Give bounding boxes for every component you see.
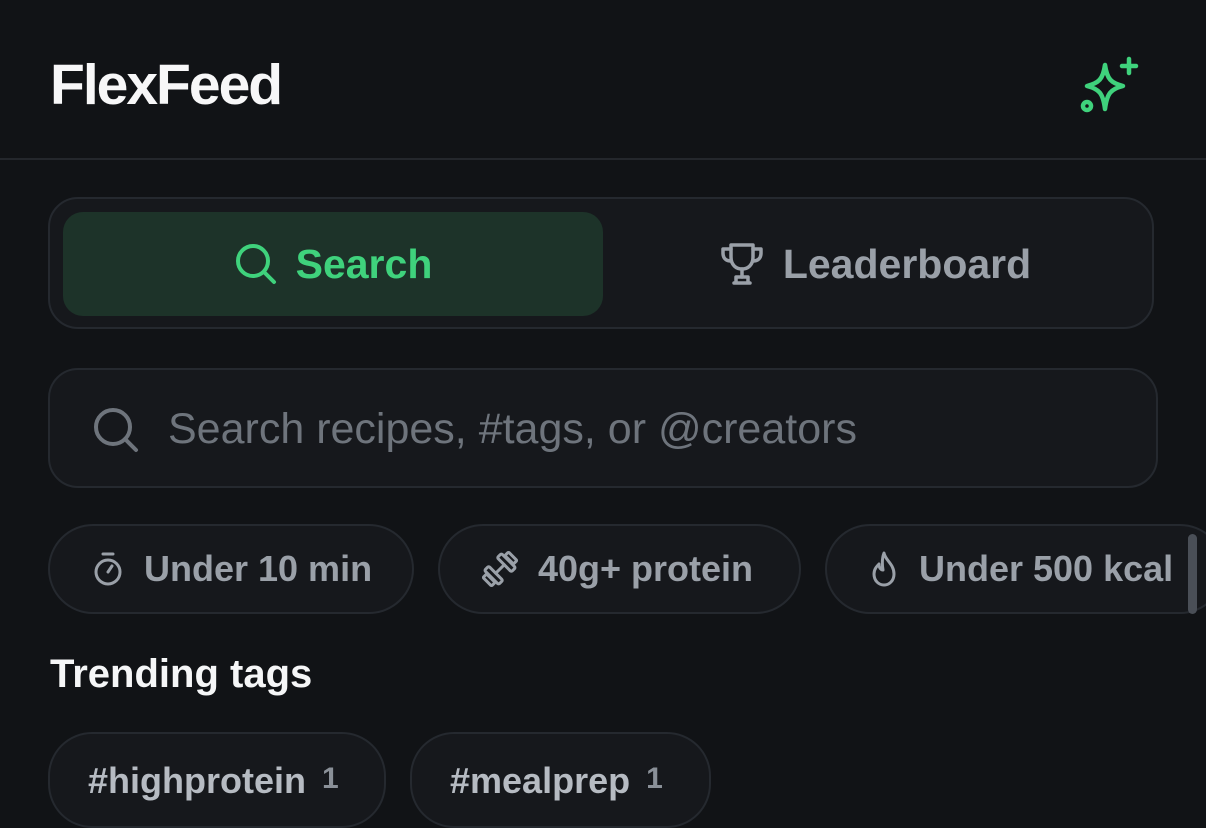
filter-chip-label: Under 500 kcal <box>919 548 1174 589</box>
filter-chip-label: 40g+ protein <box>538 548 754 589</box>
tag-label: #highprotein <box>88 760 306 801</box>
sparkle-button[interactable] <box>1076 52 1144 120</box>
tab-leaderboard-label: Leaderboard <box>782 240 1032 287</box>
sparkle-icon <box>1080 56 1139 113</box>
filter-chip-under-500-kcal[interactable]: Under 500 kcal <box>825 524 1206 614</box>
trophy-icon <box>721 243 763 285</box>
tab-leaderboard[interactable]: Leaderboard <box>605 212 1145 316</box>
dumbbell-icon <box>481 550 519 588</box>
tag-label: #mealprep <box>450 760 631 801</box>
tag-count: 1 <box>646 762 663 795</box>
app-header: FlexFeed <box>0 0 1206 160</box>
search-icon <box>94 408 138 452</box>
filter-chip-label: Under 10 min <box>144 548 373 589</box>
view-switcher: Search Leaderboard <box>48 197 1154 329</box>
stopwatch-icon <box>94 552 122 586</box>
search-icon <box>235 244 276 284</box>
filter-chip-40g-protein[interactable]: 40g+ protein <box>438 524 801 614</box>
search-field[interactable] <box>48 368 1158 488</box>
trending-tag[interactable]: #mealprep 1 <box>410 732 711 828</box>
filter-scrollbar[interactable] <box>1188 534 1197 614</box>
filter-chip-under-10-min[interactable]: Under 10 min <box>48 524 414 614</box>
trending-tag[interactable]: #highprotein 1 <box>48 732 386 828</box>
tab-search[interactable]: Search <box>63 212 603 316</box>
app-title: FlexFeed <box>50 53 283 117</box>
flame-icon <box>872 551 896 587</box>
search-input[interactable] <box>166 396 1070 462</box>
tag-count: 1 <box>322 762 339 795</box>
trending-tags-title: Trending tags <box>50 652 313 696</box>
tab-search-label: Search <box>295 240 433 287</box>
